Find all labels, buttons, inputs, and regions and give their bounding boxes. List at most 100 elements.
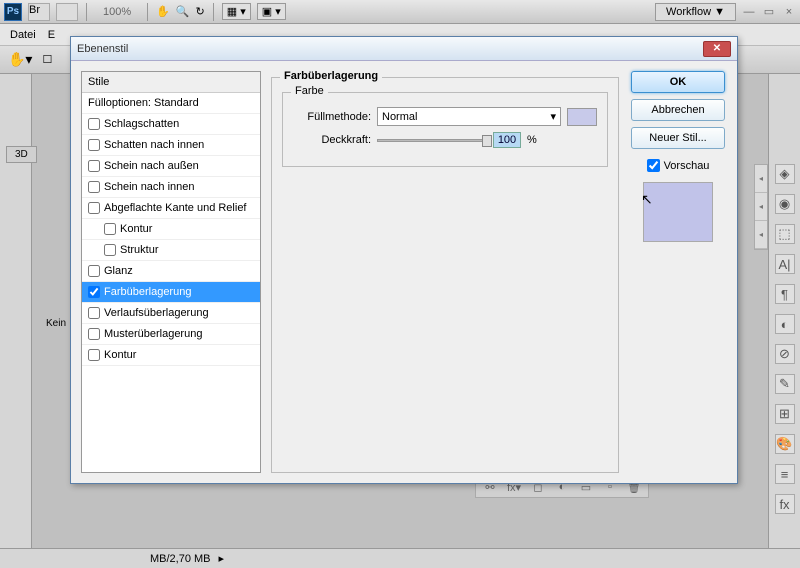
style-item[interactable]: Kontur <box>82 219 260 240</box>
style-item[interactable]: Struktur <box>82 240 260 261</box>
blend-mode-label: Füllmethode: <box>293 111 371 123</box>
style-item[interactable]: Schlagschatten <box>82 114 260 135</box>
settings-heading: Farbüberlagerung <box>280 70 382 82</box>
style-checkbox[interactable] <box>88 328 100 340</box>
styles-icon[interactable]: ⊘ <box>775 344 795 364</box>
style-checkbox[interactable] <box>88 202 100 214</box>
style-label: Schein nach innen <box>104 181 195 193</box>
fx-icon[interactable]: fx <box>775 494 795 514</box>
style-label: Fülloptionen: Standard <box>88 97 199 109</box>
flyout-toggle[interactable]: ◂ <box>755 165 767 193</box>
status-bar: MB/2,70 MB ▸ <box>0 548 800 568</box>
style-checkbox[interactable] <box>88 265 100 277</box>
color-swatch[interactable] <box>567 108 597 126</box>
style-label: Schein nach außen <box>104 160 199 172</box>
cancel-button[interactable]: Abbrechen <box>631 99 725 121</box>
style-item[interactable]: Schatten nach innen <box>82 135 260 156</box>
style-item[interactable]: Farbüberlagerung <box>82 282 260 303</box>
tab-3d[interactable]: 3D <box>6 146 37 163</box>
style-label: Schlagschatten <box>104 118 179 130</box>
style-checkbox[interactable] <box>88 307 100 319</box>
style-checkbox[interactable] <box>88 118 100 130</box>
style-label: Musterüberlagerung <box>104 328 202 340</box>
status-text: MB/2,70 MB <box>150 553 211 565</box>
rotate-view-icon[interactable]: ↻ <box>196 5 205 18</box>
workspace-switcher[interactable]: Workflow ▼ <box>655 3 736 21</box>
style-checkbox[interactable] <box>88 181 100 193</box>
style-label: Schatten nach innen <box>104 139 204 151</box>
chevron-down-icon: ▾ <box>550 110 556 123</box>
separator <box>147 3 148 21</box>
separator <box>86 3 87 21</box>
menu-datei[interactable]: Datei <box>10 29 36 41</box>
color-group: Farbe Füllmethode: Normal ▾ Deckkraft: % <box>282 92 608 167</box>
style-checkbox[interactable] <box>88 139 100 151</box>
hand-tool-icon[interactable]: ✋ <box>156 5 170 18</box>
style-item[interactable]: Verlaufsüberlagerung <box>82 303 260 324</box>
layer-style-dialog: Ebenenstil ✕ Stile Fülloptionen: Standar… <box>70 36 738 484</box>
new-style-button[interactable]: Neuer Stil... <box>631 127 725 149</box>
style-item[interactable]: Glanz <box>82 261 260 282</box>
slider-thumb[interactable] <box>482 135 492 147</box>
styles-list: Stile Fülloptionen: Standard Schlagschatt… <box>81 71 261 473</box>
minibridge-button[interactable] <box>56 3 78 21</box>
style-item[interactable]: Schein nach innen <box>82 177 260 198</box>
swatches-icon[interactable]: ⊞ <box>775 404 795 424</box>
blend-mode-select[interactable]: Normal ▾ <box>377 107 561 126</box>
dialog-body: Stile Fülloptionen: Standard Schlagschatt… <box>71 61 737 483</box>
preview-swatch <box>643 182 713 242</box>
style-checkbox[interactable] <box>88 286 100 298</box>
paths-icon[interactable]: ⬚ <box>775 224 795 244</box>
style-checkbox[interactable] <box>104 223 116 235</box>
history-icon[interactable]: ≡ <box>775 464 795 484</box>
opacity-slider[interactable] <box>377 139 487 142</box>
ok-button[interactable]: OK <box>631 71 725 93</box>
style-label: Struktur <box>120 244 159 256</box>
style-item[interactable]: Musterüberlagerung <box>82 324 260 345</box>
style-item[interactable]: Kontur <box>82 345 260 366</box>
style-label: Glanz <box>104 265 133 277</box>
minimize-icon[interactable]: — <box>742 6 756 18</box>
checkbox-option[interactable]: ☐ <box>42 53 52 66</box>
style-item[interactable]: Schein nach außen <box>82 156 260 177</box>
status-arrow-icon[interactable]: ▸ <box>219 552 225 565</box>
separator <box>213 3 214 21</box>
zoom-level[interactable]: 100% <box>95 6 139 18</box>
style-checkbox[interactable] <box>88 160 100 172</box>
screen-mode-dropdown[interactable]: ▦ ▾ <box>222 3 251 20</box>
character-icon[interactable]: A| <box>775 254 795 274</box>
hand-icon[interactable]: ✋▾ <box>8 51 32 68</box>
opacity-label: Deckkraft: <box>293 134 371 146</box>
close-button[interactable]: ✕ <box>703 41 731 57</box>
menu-item[interactable]: E <box>48 29 55 41</box>
opacity-input[interactable] <box>493 132 521 148</box>
preview-checkbox-input[interactable] <box>647 159 660 172</box>
flyout-toggle[interactable]: ◂ <box>755 193 767 221</box>
blend-mode-value: Normal <box>382 111 417 123</box>
style-item[interactable]: Fülloptionen: Standard <box>82 93 260 114</box>
dialog-actions: OK Abbrechen Neuer Stil... Vorschau <box>629 71 727 473</box>
maximize-icon[interactable]: ▭ <box>762 5 776 18</box>
style-checkbox[interactable] <box>88 349 100 361</box>
arrange-dropdown[interactable]: ▣ ▾ <box>257 3 286 20</box>
style-label: Kontur <box>120 223 152 235</box>
zoom-tool-icon[interactable]: 🔍 <box>176 5 190 18</box>
flyout-toggle[interactable]: ◂ <box>755 221 767 249</box>
styles-header[interactable]: Stile <box>82 72 260 93</box>
panel-flyout: ◂ ◂ ◂ <box>754 164 768 250</box>
style-checkbox[interactable] <box>104 244 116 256</box>
app-toolbar: Ps Br 100% ✋ 🔍 ↻ ▦ ▾ ▣ ▾ Workflow ▼ — ▭ … <box>0 0 800 24</box>
bridge-button[interactable]: Br <box>28 3 50 21</box>
preview-label: Vorschau <box>664 160 710 172</box>
brush-icon[interactable]: ✎ <box>775 374 795 394</box>
style-item[interactable]: Abgeflachte Kante und Relief <box>82 198 260 219</box>
channels-icon[interactable]: ◉ <box>775 194 795 214</box>
adjustments-icon[interactable]: ◐ <box>775 314 795 334</box>
paragraph-icon[interactable]: ¶ <box>775 284 795 304</box>
preview-checkbox[interactable]: Vorschau <box>647 159 710 172</box>
close-icon[interactable]: × <box>782 6 796 18</box>
color-icon[interactable]: 🎨 <box>775 434 795 454</box>
dialog-titlebar[interactable]: Ebenenstil ✕ <box>71 37 737 61</box>
style-label: Kontur <box>104 349 136 361</box>
layers-icon[interactable]: ◈ <box>775 164 795 184</box>
